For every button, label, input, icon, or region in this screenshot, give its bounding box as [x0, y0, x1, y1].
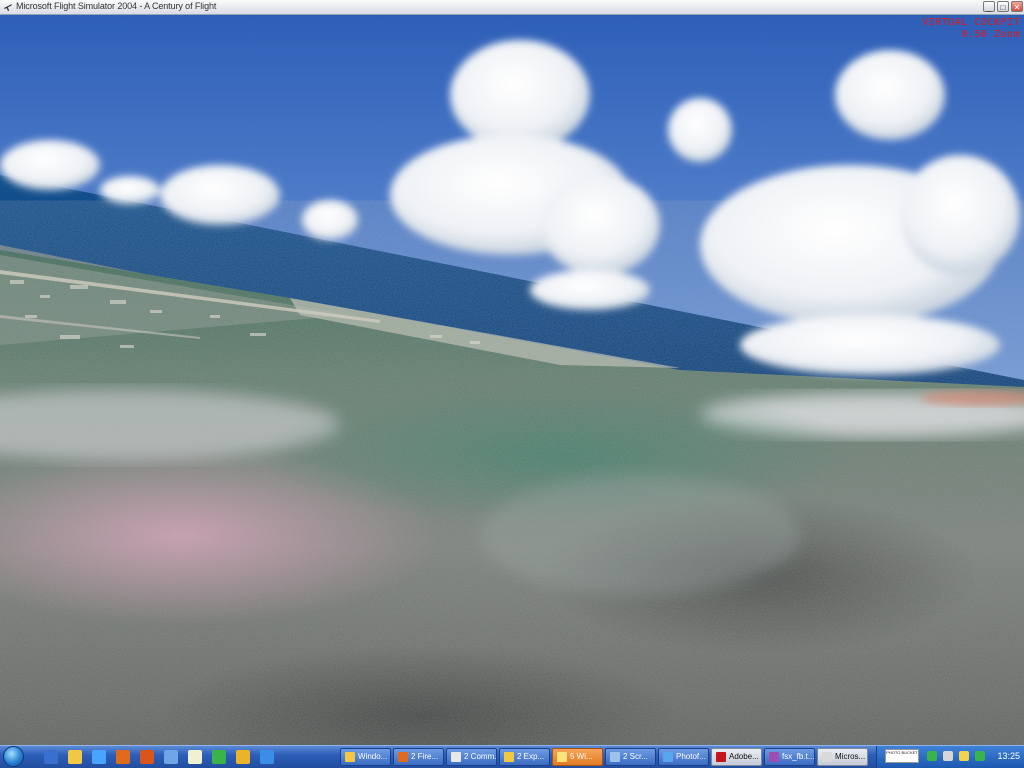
plane-icon [4, 4, 12, 11]
taskbar: Windo... 2 Fire... 2 Comm... 2 Exp... 5 Wi..… [0, 745, 1024, 768]
taskbar-button-label: 2 Comm... [464, 752, 497, 761]
arrow-icon[interactable] [927, 751, 937, 761]
flight-simulator-window: Microsoft Flight Simulator 2004 - A Cent… [0, 0, 1024, 768]
taskbar-button-label: Photof... [676, 752, 706, 761]
taskbar-button[interactable]: Adobe... [711, 748, 762, 766]
view-mode-label: VIRTUAL COCKPIT [922, 17, 1020, 28]
taskbar-button[interactable]: Windo... [340, 748, 391, 766]
taskbar-button-label: fsx_fb.t... [782, 752, 815, 761]
acrobat-icon [716, 752, 726, 762]
taskbar-button[interactable]: 2 Comm... [446, 748, 497, 766]
photo-icon [663, 752, 673, 762]
zoom-level-label: 0.50 Zoom [961, 29, 1020, 40]
image-icon [610, 752, 620, 762]
taskbar-button[interactable]: Photof... [658, 748, 709, 766]
taskbar-button-label: 2 Exp... [517, 752, 545, 761]
security-icon[interactable] [975, 751, 985, 761]
chrome-icon[interactable] [236, 750, 250, 764]
archive-icon [769, 752, 779, 762]
title-bar[interactable]: Microsoft Flight Simulator 2004 - A Cent… [0, 0, 1024, 15]
minimize-button[interactable]: _ [983, 1, 995, 12]
folder-icon [504, 752, 514, 762]
help-icon[interactable] [92, 750, 106, 764]
taskbar-button[interactable]: fsx_fb.t... [764, 748, 815, 766]
system-tray: PHOTO BUCKET 13:25 [876, 746, 1024, 768]
firefox-icon[interactable] [116, 750, 130, 764]
shield-icon[interactable] [140, 750, 154, 764]
taskbar-button-label: 2 Scr... [623, 752, 648, 761]
globe-icon[interactable] [260, 750, 274, 764]
taskbar-button[interactable]: 2 Fire... [393, 748, 444, 766]
maximize-button[interactable]: □ [997, 1, 1009, 12]
notepad-icon[interactable] [188, 750, 202, 764]
folder-icon[interactable] [68, 750, 82, 764]
taskbar-button-label: Adobe... [729, 752, 759, 761]
window-icon[interactable] [164, 750, 178, 764]
media-icon[interactable] [212, 750, 226, 764]
taskbar-button-label: Micros... [835, 752, 866, 761]
taskbar-button-label: 5 Wi... [570, 752, 593, 761]
show-desktop-icon[interactable] [44, 750, 58, 764]
simulator-viewport[interactable]: VIRTUAL COCKPIT 0.50 Zoom [0, 15, 1024, 745]
scenery-view [0, 15, 1024, 745]
network-icon[interactable] [959, 751, 969, 761]
photobucket-badge[interactable]: PHOTO BUCKET [885, 749, 919, 763]
taskbar-button[interactable]: 2 Scr... [605, 748, 656, 766]
taskbar-button[interactable]: 2 Exp... [499, 748, 550, 766]
command-icon [451, 752, 461, 762]
windows-orb-icon[interactable] [3, 746, 24, 767]
clock[interactable]: 13:25 [997, 751, 1020, 761]
window-title: Microsoft Flight Simulator 2004 - A Cent… [16, 1, 217, 11]
explorer-icon [345, 752, 355, 762]
close-button[interactable]: ✕ [1011, 1, 1023, 12]
taskbar-button[interactable]: Micros... [817, 748, 868, 766]
taskbar-button-label: Windo... [358, 752, 388, 761]
volume-icon[interactable] [943, 751, 953, 761]
view-mode-indicator: VIRTUAL COCKPIT 0.50 Zoom [922, 17, 1020, 41]
taskbar-button-label: 2 Fire... [411, 752, 439, 761]
firefox-icon [398, 752, 408, 762]
folder-icon [557, 752, 567, 762]
plane-icon [822, 752, 832, 762]
taskbar-button[interactable]: 5 Wi... [552, 748, 603, 766]
